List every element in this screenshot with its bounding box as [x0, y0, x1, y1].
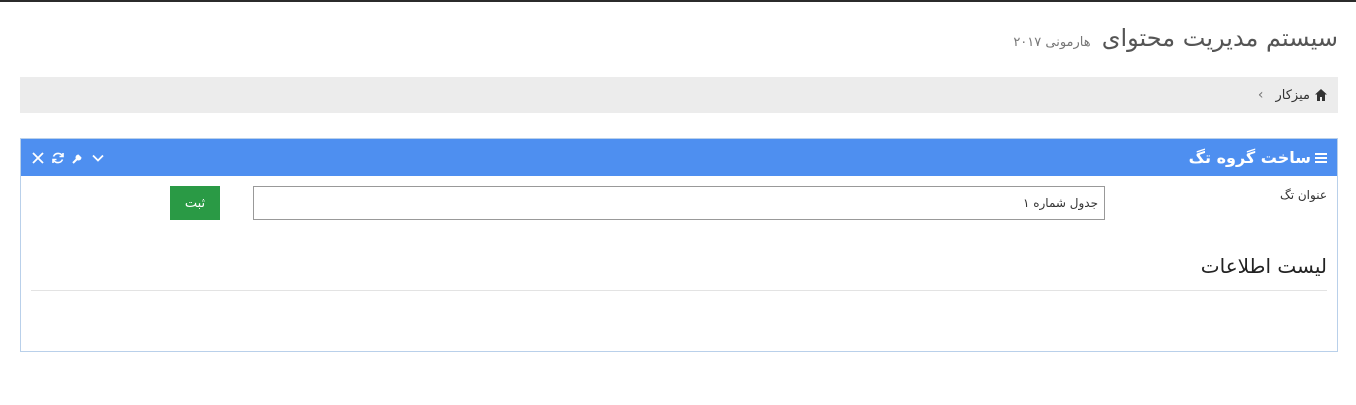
submit-button[interactable]: ثبت [170, 186, 220, 220]
tag-title-label: عنوان تگ [1279, 188, 1327, 202]
breadcrumb-item-dashboard[interactable]: میزکار [1276, 88, 1311, 103]
create-tag-group-panel: ساخت گروه تگ عنوان تگ ثبت لیست اطلاعات [20, 138, 1338, 352]
panel-heading: ساخت گروه تگ [21, 139, 1337, 176]
close-icon[interactable] [31, 151, 45, 165]
panel-title-text: ساخت گروه تگ [1188, 148, 1311, 167]
refresh-icon[interactable] [51, 151, 65, 165]
page-title: سیستم مدیریت محتوای [1101, 24, 1338, 52]
wrench-icon[interactable] [71, 151, 85, 165]
list-divider [31, 290, 1327, 291]
breadcrumb-separator: › [1257, 87, 1264, 103]
top-border [0, 0, 1356, 2]
home-icon[interactable] [1314, 88, 1328, 102]
chevron-down-icon[interactable] [91, 151, 105, 165]
tag-title-input[interactable] [253, 186, 1105, 220]
breadcrumb: میزکار › [20, 77, 1338, 113]
list-heading: لیست اطلاعات [1200, 254, 1327, 278]
bars-icon [1315, 152, 1327, 164]
panel-tools [31, 139, 105, 176]
page-subtitle: هارمونی ۲۰۱۷ [1013, 35, 1091, 50]
page-header: سیستم مدیریت محتوای هارمونی ۲۰۱۷ [1013, 24, 1338, 52]
panel-title: ساخت گروه تگ [1189, 139, 1327, 176]
